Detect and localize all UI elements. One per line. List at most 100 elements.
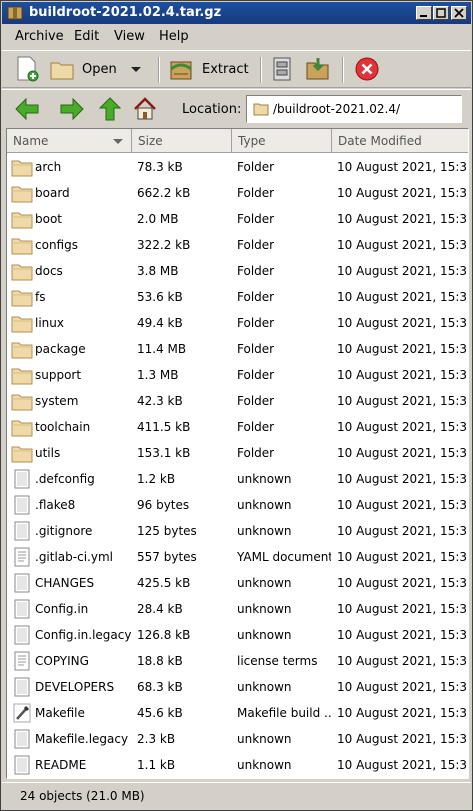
file-size: 153.1 kB (137, 446, 191, 460)
menu-help[interactable]: Help (159, 29, 189, 44)
file-name: .gitlab-ci.yml (35, 550, 113, 564)
makefile-icon (13, 703, 31, 723)
file-row[interactable]: README 1.1 kB unknown 10 August 2021, 15:32 (7, 752, 468, 778)
menu-archive[interactable]: Archive (15, 29, 64, 44)
file-row[interactable]: .defconfig 1.2 kB unknown 10 August 2021, 1… (7, 466, 468, 492)
file-date-modified: 10 August 2021, 15:32 (337, 316, 467, 330)
file-name: configs (35, 238, 78, 252)
location-input[interactable] (273, 100, 459, 118)
file-row[interactable]: boot 2.0 MB Folder 10 August 2021, 15:32 (7, 206, 468, 232)
file-name: DEVELOPERS (35, 680, 115, 694)
file-row[interactable]: arch 78.3 kB Folder 10 August 2021, 15:32 (7, 154, 468, 180)
file-type: Folder (237, 368, 275, 382)
file-row[interactable]: .gitignore 125 bytes unknown 10 August 2021… (7, 518, 468, 544)
column-type[interactable]: Type (232, 129, 332, 153)
file-row[interactable]: Config.in.legacy 126.8 kB unknown 10 August… (7, 622, 468, 648)
file-type: license terms (237, 654, 318, 668)
file-row[interactable]: .flake8 96 bytes unknown 10 August 2021, 15… (7, 492, 468, 518)
file-icon (14, 521, 30, 541)
add-folder-icon (306, 58, 329, 80)
file-row[interactable]: configs 322.2 kB Folder 10 August 2021, 15:… (7, 232, 468, 258)
location-field[interactable] (246, 95, 462, 123)
file-type: Folder (237, 446, 275, 460)
file-name: Makefile.legacy (35, 732, 129, 746)
file-size: 28.4 kB (137, 602, 183, 616)
up-arrow-icon[interactable] (97, 96, 123, 122)
maximize-icon (436, 8, 446, 18)
file-name: arch (35, 160, 62, 174)
file-row[interactable]: fs 53.6 kB Folder 10 August 2021, 15:32 (7, 284, 468, 310)
archive-manager-window: buildroot-2021.02.4.tar.gz Archive Edit … (0, 0, 473, 811)
stop-button[interactable] (354, 55, 380, 85)
toolbar-separator (260, 57, 262, 83)
file-row[interactable]: .gitlab-ci.yml 557 bytes YAML document 10 A… (7, 544, 468, 570)
file-row[interactable]: utils 153.1 kB Folder 10 August 2021, 15:32 (7, 440, 468, 466)
chevron-down-icon[interactable] (130, 66, 142, 74)
forward-arrow-icon[interactable] (59, 96, 85, 122)
file-date-modified: 10 August 2021, 15:32 (337, 212, 467, 226)
file-type: Makefile build ... (237, 706, 331, 720)
file-date-modified: 10 August 2021, 15:32 (337, 550, 467, 564)
window-title: buildroot-2021.02.4.tar.gz (29, 5, 222, 20)
back-arrow-icon[interactable] (14, 96, 40, 122)
file-type: unknown (237, 472, 292, 486)
column-date-modified[interactable]: Date Modified (332, 129, 468, 153)
file-row[interactable]: package 11.4 MB Folder 10 August 2021, 15:3… (7, 336, 468, 362)
home-icon[interactable] (132, 96, 158, 122)
folder-icon (253, 103, 269, 116)
file-type: Folder (237, 212, 275, 226)
file-size: 322.2 kB (137, 238, 191, 252)
file-size: 662.2 kB (137, 186, 191, 200)
file-icon (14, 469, 30, 489)
file-name: boot (35, 212, 63, 226)
add-files-button[interactable] (270, 55, 296, 85)
file-type: Folder (237, 394, 275, 408)
title-bar[interactable]: buildroot-2021.02.4.tar.gz (2, 2, 471, 24)
file-date-modified: 10 August 2021, 15:32 (337, 706, 467, 720)
file-type: unknown (237, 498, 292, 512)
file-size: 45.6 kB (137, 706, 183, 720)
file-name: linux (35, 316, 64, 330)
file-row[interactable]: board 662.2 kB Folder 10 August 2021, 15:32 (7, 180, 468, 206)
file-row[interactable]: system 42.3 kB Folder 10 August 2021, 15:32 (7, 388, 468, 414)
file-date-modified: 10 August 2021, 15:32 (337, 264, 467, 278)
menu-edit[interactable]: Edit (74, 29, 99, 44)
extract-button[interactable]: Extract (168, 55, 249, 85)
new-archive-button[interactable] (14, 55, 44, 85)
maximize-button[interactable] (433, 6, 449, 20)
column-name[interactable]: Name (7, 129, 132, 153)
file-row[interactable]: CHANGES 425.5 kB unknown 10 August 2021, 15… (7, 570, 468, 596)
file-name: docs (35, 264, 63, 278)
file-name: Config.in (35, 602, 89, 616)
file-size: 557 bytes (137, 550, 197, 564)
file-date-modified: 10 August 2021, 15:32 (337, 654, 467, 668)
file-row[interactable]: Makefile.legacy 2.3 kB unknown 10 August 20… (7, 726, 468, 752)
minimize-icon (420, 15, 427, 17)
menu-view[interactable]: View (114, 29, 145, 44)
open-label: Open (82, 62, 117, 77)
file-name: toolchain (35, 420, 91, 434)
file-row[interactable]: DEVELOPERS 68.3 kB unknown 10 August 2021, … (7, 674, 468, 700)
file-name: utils (35, 446, 61, 460)
file-row[interactable]: COPYING 18.8 kB license terms 10 August 202… (7, 648, 468, 674)
file-date-modified: 10 August 2021, 15:32 (337, 420, 467, 434)
file-name: package (35, 342, 86, 356)
stop-icon (355, 57, 379, 81)
folder-icon (11, 342, 33, 359)
file-type: unknown (237, 628, 292, 642)
folder-icon (11, 316, 33, 333)
add-folder-button[interactable] (304, 55, 332, 85)
file-row[interactable]: linux 49.4 kB Folder 10 August 2021, 15:32 (7, 310, 468, 336)
open-button[interactable]: Open (49, 55, 147, 85)
folder-icon (11, 238, 33, 255)
folder-icon (11, 290, 33, 307)
file-row[interactable]: Config.in 28.4 kB unknown 10 August 2021, 1… (7, 596, 468, 622)
minimize-button[interactable] (416, 6, 432, 20)
file-date-modified: 10 August 2021, 15:32 (337, 186, 467, 200)
close-window-button[interactable] (451, 6, 467, 20)
column-size[interactable]: Size (132, 129, 232, 153)
file-row[interactable]: docs 3.8 MB Folder 10 August 2021, 15:32 (7, 258, 468, 284)
file-row[interactable]: support 1.3 MB Folder 10 August 2021, 15:32 (7, 362, 468, 388)
file-row[interactable]: toolchain 411.5 kB Folder 10 August 2021, 1… (7, 414, 468, 440)
file-row[interactable]: Makefile 45.6 kB Makefile build ... 10 Augu… (7, 700, 468, 726)
